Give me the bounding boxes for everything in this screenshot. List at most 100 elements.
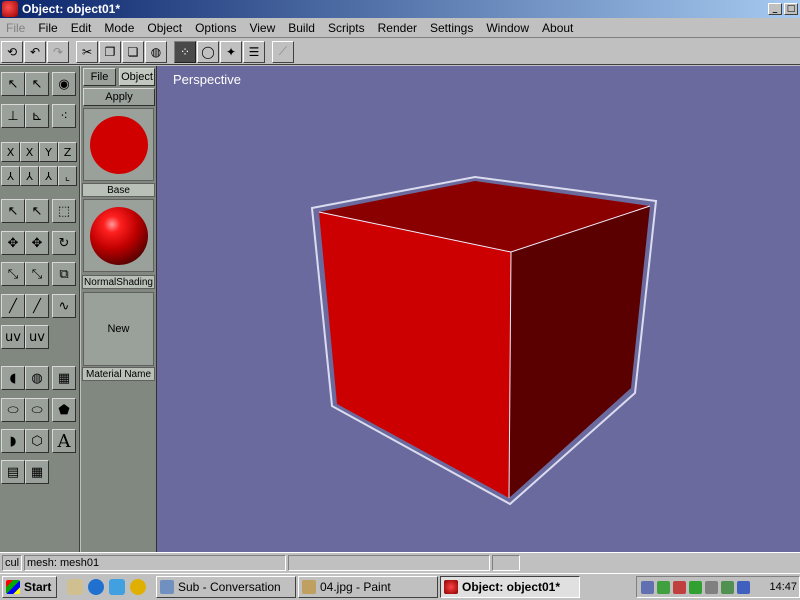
dots-icon[interactable]: ⁖: [52, 104, 76, 128]
menu-view[interactable]: View: [249, 21, 275, 35]
constraint-alt-icon[interactable]: ⅄: [20, 166, 39, 186]
tray-volume-icon[interactable]: [705, 580, 718, 594]
tray-app-icon[interactable]: [657, 580, 670, 594]
menu-about[interactable]: About: [542, 21, 573, 35]
table-icon[interactable]: ▤: [1, 460, 25, 484]
material-panel: File Object Apply Base NormalShading New…: [81, 66, 156, 552]
text-tool-button[interactable]: A: [52, 429, 76, 453]
list-icon[interactable]: ☰: [243, 40, 265, 63]
outlook-icon[interactable]: [109, 579, 125, 595]
redo-icon[interactable]: ↷: [47, 40, 69, 63]
minimize-button[interactable]: _: [768, 3, 782, 15]
points-icon[interactable]: ⁘: [174, 40, 196, 63]
task-paint[interactable]: 04.jpg - Paint: [298, 576, 438, 598]
shading-swatch[interactable]: [83, 199, 154, 272]
globe-icon[interactable]: ◍: [25, 366, 49, 390]
paste-icon[interactable]: ❏: [122, 40, 144, 63]
axis-x2-button[interactable]: X: [20, 142, 39, 162]
desktop-icon[interactable]: [67, 579, 83, 595]
paint-icon: [302, 580, 316, 594]
menu-options[interactable]: Options: [195, 21, 236, 35]
new-material-button[interactable]: New: [83, 292, 154, 366]
tray-alert-icon[interactable]: [673, 580, 686, 594]
cylinder-alt-icon[interactable]: ⬭: [25, 398, 49, 422]
pick-icon[interactable]: ↖: [1, 199, 25, 223]
scale-icon[interactable]: ⤡: [1, 262, 25, 286]
scale-alt-icon[interactable]: ⤡: [25, 262, 49, 286]
axis-alt-icon[interactable]: ⊾: [25, 104, 49, 128]
menu-scripts[interactable]: Scripts: [328, 21, 365, 35]
uv-alt-button[interactable]: uv: [25, 325, 49, 349]
rotate-icon[interactable]: ↻: [52, 231, 76, 255]
tray-user-icon[interactable]: [737, 580, 750, 594]
move-icon[interactable]: ✥: [1, 231, 25, 255]
maximize-button[interactable]: □: [784, 3, 798, 15]
base-label: Base: [82, 183, 155, 197]
media-icon[interactable]: [130, 579, 146, 595]
rect-select-icon[interactable]: ⬚: [52, 199, 76, 223]
menu-file[interactable]: File: [38, 21, 57, 35]
clock: 14:47: [769, 581, 797, 593]
cylinder-icon[interactable]: ⬭: [1, 398, 25, 422]
menu-settings[interactable]: Settings: [430, 21, 473, 35]
axis-z-button[interactable]: Z: [58, 142, 77, 162]
task-object[interactable]: Object: object01*: [440, 576, 580, 598]
menu-build[interactable]: Build: [288, 21, 315, 35]
app-task-icon: [444, 580, 458, 594]
menu-mode[interactable]: Mode: [104, 21, 134, 35]
cube-side-face: [509, 206, 650, 498]
start-label: Start: [24, 580, 52, 594]
perspective-viewport[interactable]: Perspective: [156, 66, 800, 552]
rotate-left-icon[interactable]: ⟲: [1, 40, 23, 63]
select-arrow-icon[interactable]: ↖: [1, 72, 25, 96]
line-icon[interactable]: ╱: [1, 294, 25, 318]
graph-icon[interactable]: ⟋: [272, 40, 294, 63]
windows-logo-icon: [6, 580, 20, 594]
sphere-icon[interactable]: ◍: [145, 40, 167, 63]
grid-icon[interactable]: ▦: [52, 366, 76, 390]
uv-button[interactable]: uv: [1, 325, 25, 349]
curve-icon[interactable]: ∿: [52, 294, 76, 318]
task-conversation[interactable]: Sub - Conversation: [156, 576, 296, 598]
dodecahedron-icon[interactable]: ⬟: [52, 398, 76, 422]
hexagon-icon[interactable]: ⬡: [25, 429, 49, 453]
menu-render[interactable]: Render: [378, 21, 417, 35]
base-swatch[interactable]: [83, 108, 154, 181]
constraint-icon[interactable]: ⅄: [1, 166, 20, 186]
select-arrow-alt-icon[interactable]: ↖: [25, 72, 49, 96]
transform-icon[interactable]: ✦: [220, 40, 242, 63]
circle-icon[interactable]: ◯: [197, 40, 219, 63]
undo-icon[interactable]: ↶: [24, 40, 46, 63]
table-alt-icon[interactable]: ▦: [25, 460, 49, 484]
conversation-icon: [160, 580, 174, 594]
apply-button[interactable]: Apply: [83, 88, 155, 106]
torus-icon[interactable]: ◖: [1, 366, 25, 390]
menu-object[interactable]: Object: [147, 21, 182, 35]
menu-window[interactable]: Window: [486, 21, 529, 35]
corner-icon[interactable]: ⌞: [58, 166, 77, 186]
menu-edit[interactable]: Edit: [71, 21, 92, 35]
window-title: Object: object01*: [22, 2, 121, 16]
halfmoon-icon[interactable]: ◗: [1, 429, 25, 453]
copy-icon[interactable]: ❐: [99, 40, 121, 63]
cut-icon[interactable]: ✂: [76, 40, 98, 63]
main-toolbar: ⟲ ↶ ↷ ✂ ❐ ❏ ◍ ⁘ ◯ ✦ ☰ ⟋: [0, 39, 800, 65]
tray-signal-icon[interactable]: [721, 580, 734, 594]
tab-object[interactable]: Object: [119, 68, 155, 86]
line-alt-icon[interactable]: ╱: [25, 294, 49, 318]
shear-icon[interactable]: ⧉: [52, 262, 76, 286]
taskbar: Start Sub - Conversation 04.jpg - Paint …: [0, 573, 800, 600]
tray-network-icon[interactable]: [641, 580, 654, 594]
tray-status-icon[interactable]: [689, 580, 702, 594]
pick-alt-icon[interactable]: ↖: [25, 199, 49, 223]
ie-icon[interactable]: [88, 579, 104, 595]
constraint-3-icon[interactable]: ⅄: [39, 166, 58, 186]
axis-y-button[interactable]: Y: [39, 142, 58, 162]
tab-file[interactable]: File: [83, 68, 116, 86]
app-icon[interactable]: [2, 1, 18, 17]
start-button[interactable]: Start: [2, 576, 57, 598]
move-alt-icon[interactable]: ✥: [25, 231, 49, 255]
axis-x-button[interactable]: X: [1, 142, 20, 162]
eye-icon[interactable]: ◉: [52, 72, 76, 96]
axis-icon[interactable]: ⊥: [1, 104, 25, 128]
